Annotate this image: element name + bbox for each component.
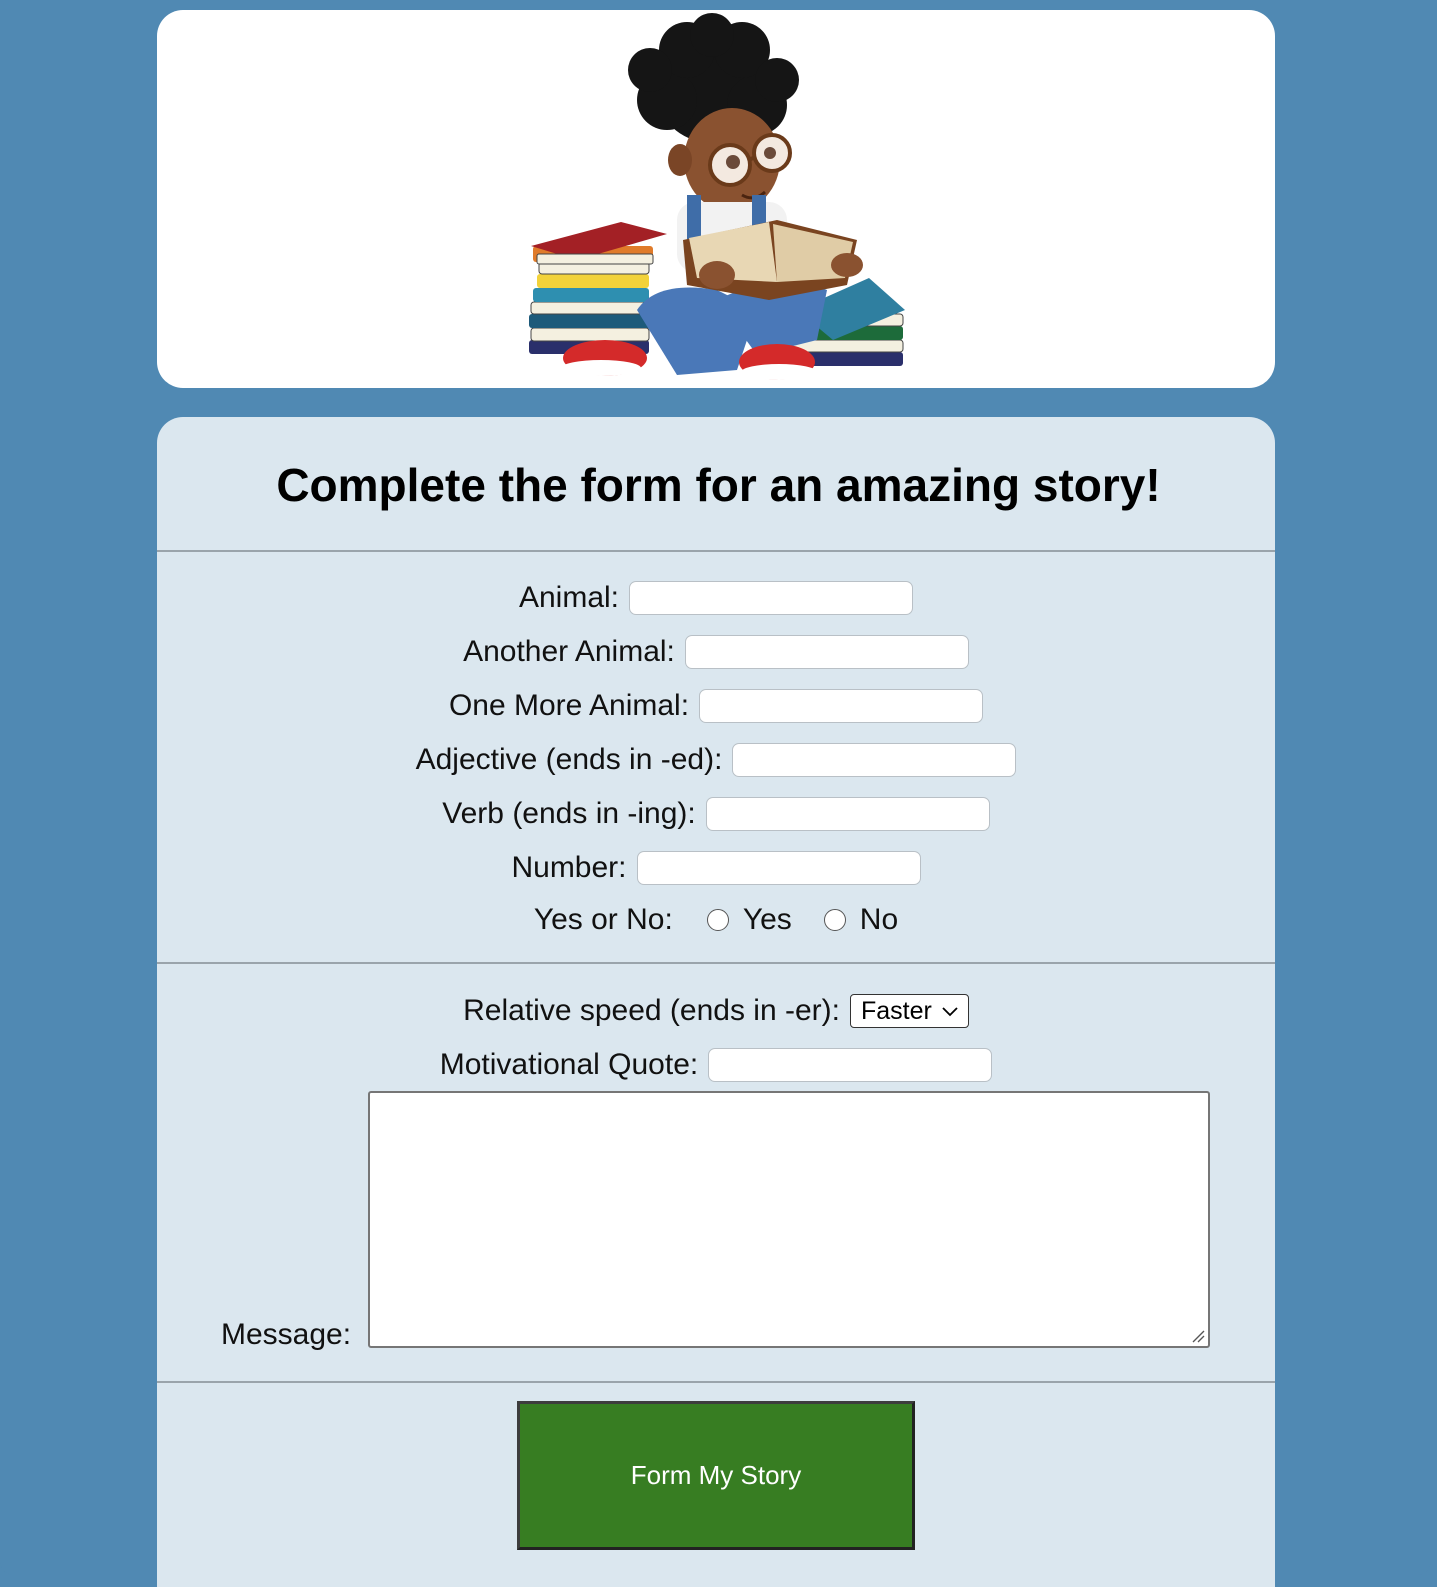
verb-input[interactable] — [705, 797, 990, 831]
another-animal-input[interactable] — [684, 635, 969, 669]
form-my-story-button[interactable]: Form My Story — [517, 1401, 915, 1550]
section-divider — [157, 1381, 1275, 1383]
animal-label: Animal: — [518, 581, 620, 614]
number-row: Number: — [157, 848, 1275, 888]
verb-row: Verb (ends in -ing): — [157, 794, 1275, 834]
one-more-animal-input[interactable] — [699, 689, 984, 723]
yes-radio[interactable] — [706, 909, 729, 931]
one-more-animal-row: One More Animal: — [157, 686, 1275, 726]
section-divider — [157, 550, 1275, 552]
relative-speed-selected: Faster — [861, 996, 932, 1025]
adjective-label: Adjective (ends in -ed): — [415, 743, 723, 776]
yes-no-radio-group: Yes No — [706, 903, 898, 937]
no-radio-label[interactable]: No — [860, 903, 898, 937]
relative-speed-row: Relative speed (ends in -er): Faster — [157, 991, 1275, 1031]
relative-speed-label: Relative speed (ends in -er): — [463, 994, 840, 1027]
adjective-row: Adjective (ends in -ed): — [157, 740, 1275, 780]
message-textarea[interactable] — [368, 1091, 1210, 1348]
motivational-quote-row: Motivational Quote: — [157, 1045, 1275, 1085]
section-divider — [157, 962, 1275, 964]
another-animal-label: Another Animal: — [463, 635, 675, 668]
message-label: Message: — [221, 1318, 352, 1351]
number-label: Number: — [511, 851, 627, 884]
yes-no-row: Yes or No: Yes No — [157, 900, 1275, 940]
number-input[interactable] — [636, 851, 921, 885]
motivational-quote-label: Motivational Quote: — [439, 1048, 699, 1081]
adjective-input[interactable] — [732, 743, 1017, 777]
verb-label: Verb (ends in -ing): — [442, 797, 696, 830]
one-more-animal-label: One More Animal: — [448, 689, 690, 722]
no-radio[interactable] — [823, 909, 846, 931]
resize-handle-icon[interactable] — [1191, 1329, 1205, 1343]
form-title: Complete the form for an amazing story! — [276, 459, 1161, 511]
header-banner — [157, 10, 1275, 388]
animal-input[interactable] — [629, 581, 914, 615]
animal-row: Animal: — [157, 578, 1275, 618]
motivational-quote-input[interactable] — [708, 1048, 993, 1082]
reading-child-illustration — [529, 13, 905, 380]
another-animal-row: Another Animal: — [157, 632, 1275, 672]
yes-no-label: Yes or No: — [533, 903, 673, 936]
relative-speed-select[interactable]: Faster — [850, 994, 969, 1028]
chevron-down-icon — [942, 1001, 958, 1022]
yes-radio-label[interactable]: Yes — [743, 903, 792, 937]
